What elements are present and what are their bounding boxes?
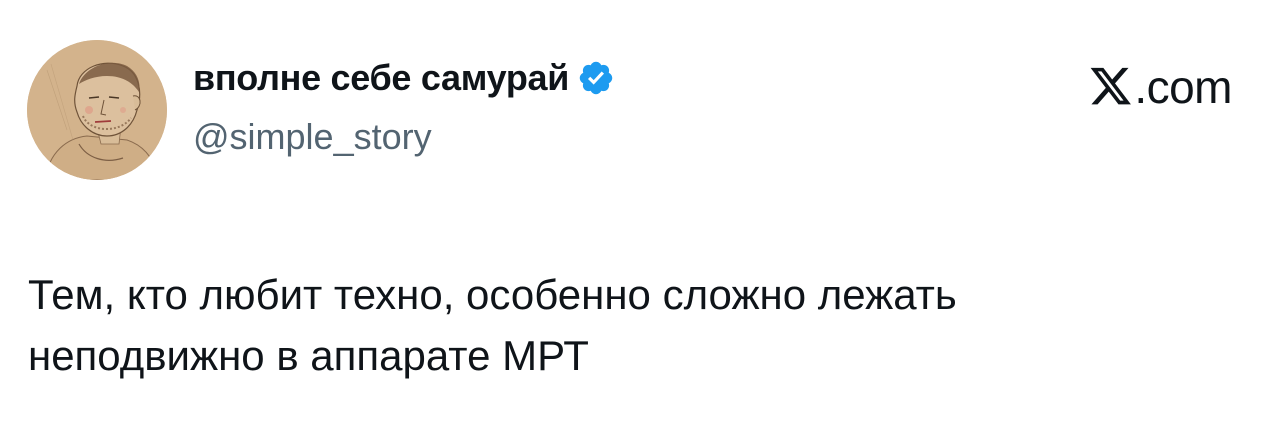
avatar-portrait-sketch — [27, 40, 167, 180]
handle[interactable]: @simple_story — [193, 116, 615, 158]
source-link[interactable]: .com — [1089, 61, 1232, 113]
name-row: вполне себе самурай — [193, 56, 615, 100]
tweet-text: Тем, кто любит техно, особенно сложно ле… — [28, 271, 957, 379]
x-logo-icon — [1089, 67, 1133, 107]
verified-badge-icon — [577, 59, 615, 97]
avatar[interactable] — [27, 40, 167, 180]
source-domain: .com — [1134, 61, 1232, 113]
display-name[interactable]: вполне себе самурай — [193, 57, 569, 99]
tweet-card: вполне себе самурай @simple_story .com Т… — [0, 0, 1284, 433]
author-block: вполне себе самурай @simple_story — [193, 56, 615, 158]
